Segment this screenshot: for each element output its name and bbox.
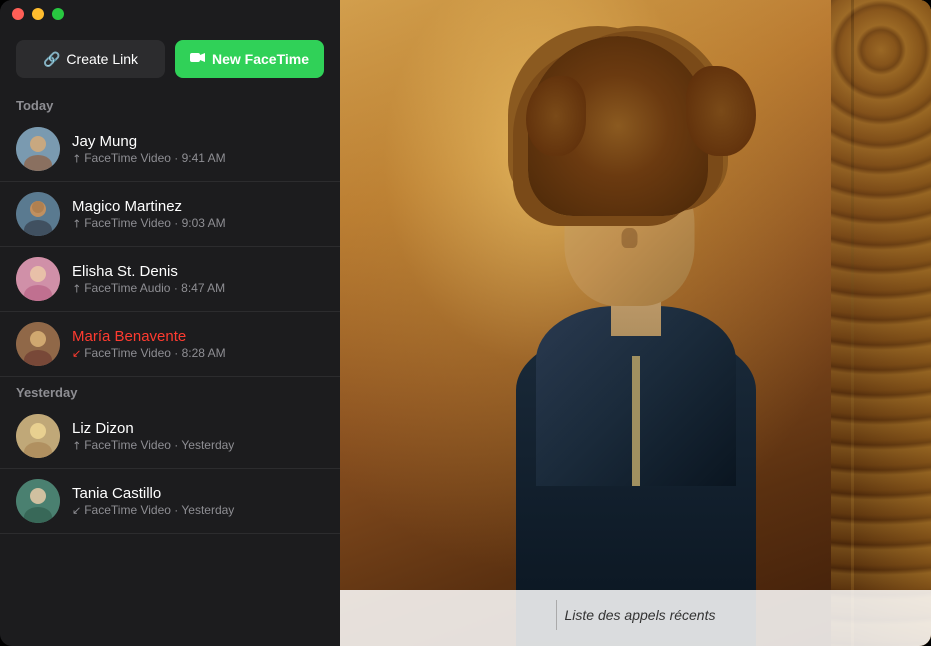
call-info: Magico Martinez ↗ FaceTime Video · 9:03 … — [72, 198, 324, 230]
avatar — [16, 322, 60, 366]
caption-divider — [556, 600, 557, 630]
list-item[interactable]: Magico Martinez ↗ FaceTime Video · 9:03 … — [0, 182, 340, 247]
call-info: Liz Dizon ↗ FaceTime Video · Yesterday — [72, 420, 324, 452]
layout: 🔗 Create Link New FaceTime Today — [0, 0, 931, 646]
call-info: María Benavente ↙ FaceTime Video · 8:28 … — [72, 328, 324, 360]
person-silhouette — [496, 66, 776, 646]
incoming-arrow-icon: ↙ — [72, 504, 81, 517]
section-yesterday: Yesterday — [0, 377, 340, 404]
photo-area: Liste des appels récents — [340, 0, 931, 646]
avatar — [16, 414, 60, 458]
call-detail: ↗ FaceTime Video · 9:03 AM — [72, 216, 324, 230]
video-camera-icon — [190, 51, 206, 67]
avatar — [16, 257, 60, 301]
call-info: Elisha St. Denis ↗ FaceTime Audio · 8:47… — [72, 263, 324, 295]
new-facetime-button[interactable]: New FaceTime — [175, 40, 324, 78]
create-link-button[interactable]: 🔗 Create Link — [16, 40, 165, 78]
caption-bar: Liste des appels récents — [340, 590, 931, 646]
new-facetime-label: New FaceTime — [212, 51, 309, 67]
title-bar — [0, 0, 340, 28]
call-info: Tania Castillo ↙ FaceTime Video · Yester… — [72, 485, 324, 517]
call-detail: ↙ FaceTime Video · Yesterday — [72, 503, 324, 517]
photo-background: Liste des appels récents — [340, 0, 931, 646]
avatar — [16, 192, 60, 236]
list-item[interactable]: Liz Dizon ↗ FaceTime Video · Yesterday — [0, 404, 340, 469]
maximize-button[interactable] — [52, 8, 64, 20]
action-buttons: 🔗 Create Link New FaceTime — [0, 28, 340, 90]
call-detail: ↙ FaceTime Video · 8:28 AM — [72, 346, 324, 360]
section-today: Today — [0, 90, 340, 117]
call-detail: ↗ FaceTime Video · Yesterday — [72, 438, 324, 452]
outgoing-arrow-icon: ↗ — [69, 215, 85, 231]
link-icon: 🔗 — [43, 51, 60, 68]
minimize-button[interactable] — [32, 8, 44, 20]
avatar — [16, 127, 60, 171]
contact-name: Elisha St. Denis — [72, 263, 324, 280]
contact-name: Jay Mung — [72, 133, 324, 150]
contact-name: Magico Martinez — [72, 198, 324, 215]
call-info: Jay Mung ↗ FaceTime Video · 9:41 AM — [72, 133, 324, 165]
contact-name: Liz Dizon — [72, 420, 324, 437]
contact-name: Tania Castillo — [72, 485, 324, 502]
call-list: Today Jay Mung — [0, 90, 340, 646]
sidebar: 🔗 Create Link New FaceTime Today — [0, 0, 340, 646]
outgoing-arrow-icon: ↗ — [69, 280, 85, 296]
call-detail: ↗ FaceTime Audio · 8:47 AM — [72, 281, 324, 295]
list-item[interactable]: Jay Mung ↗ FaceTime Video · 9:41 AM — [0, 117, 340, 182]
create-link-label: Create Link — [66, 51, 138, 67]
main-window: 🔗 Create Link New FaceTime Today — [0, 0, 931, 646]
list-item[interactable]: Tania Castillo ↙ FaceTime Video · Yester… — [0, 469, 340, 534]
contact-name-missed: María Benavente — [72, 328, 324, 345]
incoming-missed-icon: ↙ — [72, 347, 81, 360]
close-button[interactable] — [12, 8, 24, 20]
outgoing-arrow-icon: ↗ — [69, 437, 85, 453]
wall-texture — [831, 0, 931, 646]
list-item[interactable]: María Benavente ↙ FaceTime Video · 8:28 … — [0, 312, 340, 377]
outgoing-arrow-icon: ↗ — [69, 150, 85, 166]
list-item[interactable]: Elisha St. Denis ↗ FaceTime Audio · 8:47… — [0, 247, 340, 312]
avatar — [16, 479, 60, 523]
call-detail: ↗ FaceTime Video · 9:41 AM — [72, 151, 324, 165]
caption-text: Liste des appels récents — [565, 607, 716, 623]
